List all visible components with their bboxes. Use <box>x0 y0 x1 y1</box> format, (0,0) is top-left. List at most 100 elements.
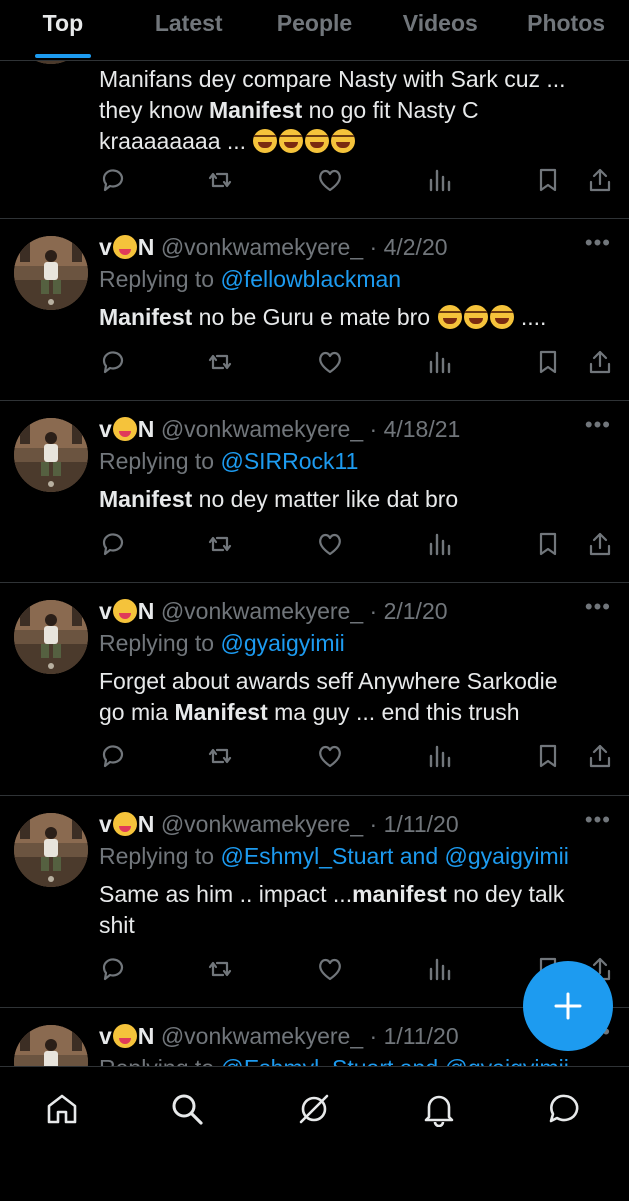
replying-to-label: Replying to <box>99 266 221 292</box>
heart-button[interactable] <box>316 955 346 985</box>
display-name-text: N <box>137 416 155 442</box>
tweet-body: Same as him .. impact ...manifest no dey… <box>99 879 599 941</box>
tweet-item[interactable]: vN @vonkwamekyere_ · 4/18/21 ••• Replyin… <box>0 400 629 583</box>
reply-button[interactable] <box>99 348 129 378</box>
bookmark-button[interactable] <box>534 530 564 560</box>
tweet-body: Manifans dey compare Nasty with Sark cuz… <box>99 64 599 157</box>
search-tabs: Top Latest People Videos Photos <box>0 0 629 61</box>
avatar[interactable] <box>14 418 88 492</box>
handle[interactable]: @vonkwamekyere_ <box>161 1023 363 1049</box>
bookmark-button[interactable] <box>534 166 564 196</box>
views-button[interactable] <box>426 348 456 378</box>
heart-icon <box>319 745 341 768</box>
nav-notifications[interactable] <box>421 1091 461 1131</box>
tweet-item[interactable]: Manifans dey compare Nasty with Sark cuz… <box>0 60 629 219</box>
more-options-icon[interactable]: ••• <box>585 230 611 256</box>
messages-icon <box>549 1094 579 1123</box>
tweet-date[interactable]: · 2/1/20 <box>370 598 448 624</box>
share-icon <box>589 168 611 192</box>
reply-button[interactable] <box>99 742 129 772</box>
replying-to-link[interactable]: @fellowblackman <box>220 266 401 292</box>
share-icon <box>589 532 611 556</box>
tweet-date[interactable]: · 4/18/21 <box>370 416 461 442</box>
replying-to-label: Replying to <box>99 448 221 474</box>
retweet-button[interactable] <box>206 742 236 772</box>
heart-button[interactable] <box>316 166 346 196</box>
replying-to-label: Replying to <box>99 843 221 869</box>
tab-people[interactable]: People <box>252 0 378 60</box>
retweet-button[interactable] <box>206 530 236 560</box>
grok-icon <box>299 1094 329 1124</box>
display-name[interactable]: vN <box>99 1023 154 1049</box>
tab-photos[interactable]: Photos <box>503 0 629 60</box>
retweet-icon <box>208 536 232 552</box>
heart-button[interactable] <box>316 530 346 560</box>
tweet-date[interactable]: · 1/11/20 <box>370 1023 459 1049</box>
display-name-text: v <box>99 416 112 442</box>
retweet-button[interactable] <box>206 955 236 985</box>
more-options-icon[interactable]: ••• <box>585 594 611 620</box>
tweet-body: Forget about awards seff Anywhere Sarkod… <box>99 666 599 728</box>
replying-to-link[interactable]: @gyaigyimii <box>220 630 344 656</box>
replying-to-link[interactable]: @Eshmyl_Stuart and @gyaigyimii <box>220 1055 568 1066</box>
avatar[interactable] <box>14 600 88 674</box>
handle[interactable]: @vonkwamekyere_ <box>161 416 363 442</box>
retweet-icon <box>208 172 232 188</box>
share-button[interactable] <box>586 166 616 196</box>
tweet-item[interactable]: vN @vonkwamekyere_ · 2/1/20 ••• Replying… <box>0 582 629 796</box>
handle[interactable]: @vonkwamekyere_ <box>161 598 363 624</box>
replying-to-link[interactable]: @Eshmyl_Stuart and @gyaigyimii <box>220 843 568 869</box>
tab-latest-label: Latest <box>154 10 223 36</box>
tweet-date[interactable]: · 4/2/20 <box>370 234 448 260</box>
share-button[interactable] <box>586 742 616 772</box>
share-button[interactable] <box>586 530 616 560</box>
replying-to: Replying to @fellowblackman <box>99 266 401 293</box>
heart-button[interactable] <box>316 348 346 378</box>
avatar[interactable] <box>14 813 88 887</box>
reply-button[interactable] <box>99 166 129 196</box>
display-name-text: v <box>99 1023 112 1049</box>
tweet-item[interactable]: vN @vonkwamekyere_ · 4/2/20 ••• Replying… <box>0 218 629 401</box>
bookmark-button[interactable] <box>534 742 564 772</box>
bookmark-button[interactable] <box>534 348 564 378</box>
tab-top[interactable]: Top <box>0 0 126 60</box>
replying-to-link[interactable]: @SIRRock11 <box>220 448 358 474</box>
tweet-text: no dey matter like dat bro <box>192 486 459 512</box>
tweet-body: Manifest no be Guru e mate bro .... <box>99 302 599 333</box>
more-options-icon[interactable]: ••• <box>585 807 611 833</box>
nav-search[interactable] <box>169 1091 209 1131</box>
handle[interactable]: @vonkwamekyere_ <box>161 811 363 837</box>
compose-button[interactable] <box>523 961 613 1051</box>
heart-button[interactable] <box>316 742 346 772</box>
tongue-emoji <box>112 812 137 836</box>
retweet-button[interactable] <box>206 348 236 378</box>
avatar[interactable] <box>14 236 88 310</box>
retweet-icon <box>208 961 232 977</box>
bookmark-icon <box>539 532 557 556</box>
tweet-date[interactable]: · 1/11/20 <box>370 811 459 837</box>
views-button[interactable] <box>426 530 456 560</box>
nav-home[interactable] <box>44 1091 84 1131</box>
display-name[interactable]: vN <box>99 811 154 837</box>
laughing-emoji <box>331 129 356 153</box>
display-name[interactable]: vN <box>99 416 154 442</box>
display-name[interactable]: vN <box>99 598 154 624</box>
tab-latest[interactable]: Latest <box>126 0 252 60</box>
tab-videos[interactable]: Videos <box>377 0 503 60</box>
avatar[interactable] <box>14 1025 88 1066</box>
display-name-text: v <box>99 811 112 837</box>
views-button[interactable] <box>426 742 456 772</box>
views-button[interactable] <box>426 955 456 985</box>
views-button[interactable] <box>426 166 456 196</box>
replying-to-label: Replying to <box>99 630 221 656</box>
replying-to: Replying to @Eshmyl_Stuart and @gyaigyim… <box>99 843 569 870</box>
handle[interactable]: @vonkwamekyere_ <box>161 234 363 260</box>
reply-button[interactable] <box>99 955 129 985</box>
nav-grok[interactable] <box>296 1091 336 1131</box>
more-options-icon[interactable]: ••• <box>585 412 611 438</box>
retweet-button[interactable] <box>206 166 236 196</box>
share-button[interactable] <box>586 348 616 378</box>
reply-button[interactable] <box>99 530 129 560</box>
display-name[interactable]: vN <box>99 234 154 260</box>
nav-messages[interactable] <box>547 1091 587 1131</box>
